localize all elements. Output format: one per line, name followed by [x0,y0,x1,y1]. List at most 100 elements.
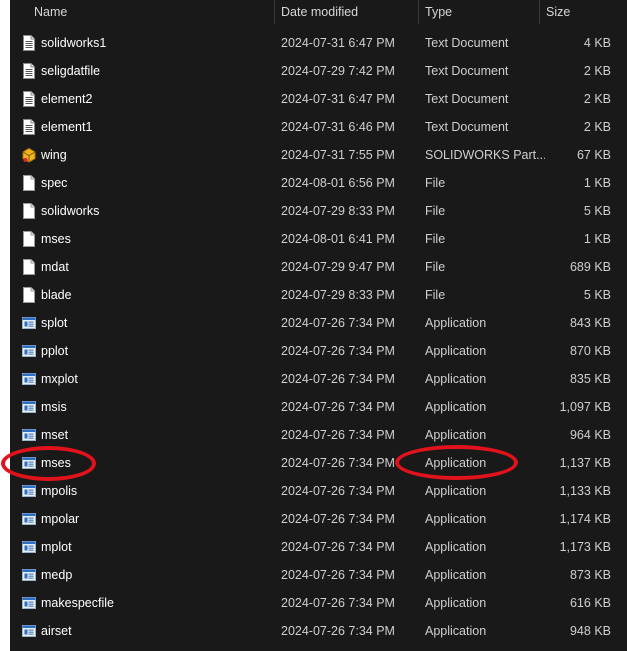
file-name: mdat [41,260,69,274]
file-date-modified: 2024-07-26 7:34 PM [281,568,395,582]
column-header-size[interactable]: Size [539,0,616,24]
file-row-blade-9[interactable]: blade 2024-07-29 8:33 PM File 5 KB [10,281,627,309]
column-header-bar: Name Date modified Type ⌃ Size [10,0,627,24]
text-document-icon [22,91,36,107]
file-name: element2 [41,92,93,106]
file-row-element1-3[interactable]: element1 2024-07-31 6:46 PM Text Document 2… [10,113,627,141]
file-row-msis-13[interactable]: msis 2024-07-26 7:34 PM Application 1,097 K… [10,393,627,421]
column-header-name[interactable]: Name [28,0,274,24]
file-size: 1,174 KB [559,512,611,526]
file-name: mset [41,428,69,442]
file-row-mpolar-17[interactable]: mpolar 2024-07-26 7:34 PM Application 1,174… [10,505,627,533]
text-document-icon [22,35,36,51]
file-type: Application [425,512,487,526]
file-name: wing [41,148,67,162]
file-row-pplot-11[interactable]: pplot 2024-07-26 7:34 PM Application 870 KB [10,337,627,365]
column-header-type-label: Type [425,5,453,19]
file-type: Text Document [425,120,509,134]
application-icon [22,539,36,555]
file-date-modified: 2024-07-31 6:47 PM [281,92,395,106]
file-date-modified: 2024-07-26 7:34 PM [281,624,395,638]
file-size: 2 KB [583,92,611,106]
file-row-splot-10[interactable]: splot 2024-07-26 7:34 PM Application 843 KB [10,309,627,337]
file-type: File [425,204,446,218]
file-row-seligdatfile-1[interactable]: seligdatfile 2024-07-29 7:42 PM Text Docum… [10,57,627,85]
file-size: 1 KB [583,232,611,246]
file-size: 873 KB [569,568,611,582]
file-size: 835 KB [569,372,611,386]
file-size: 1 KB [583,176,611,190]
file-row-mplot-18[interactable]: mplot 2024-07-26 7:34 PM Application 1,173 … [10,533,627,561]
file-row-airset-21[interactable]: airset 2024-07-26 7:34 PM Application 948 K… [10,617,627,645]
column-header-size-label: Size [546,5,571,19]
file-row-solidworks1-0[interactable]: solidworks1 2024-07-31 6:47 PM Text Docume… [10,29,627,57]
file-date-modified: 2024-07-29 7:42 PM [281,64,395,78]
application-icon [22,371,36,387]
file-name: mpolis [41,484,78,498]
file-type: File [425,176,446,190]
file-date-modified: 2024-07-26 7:34 PM [281,344,395,358]
column-header-date[interactable]: Date modified [274,0,418,24]
file-row-mses-7[interactable]: mses 2024-08-01 6:41 PM File 1 KB [10,225,627,253]
file-type: Application [425,624,487,638]
file-type: SOLIDWORKS Part... [425,148,545,162]
file-rows: solidworks1 2024-07-31 6:47 PM Text Docume… [10,29,627,645]
file-name: medp [41,568,73,582]
file-date-modified: 2024-07-26 7:34 PM [281,512,395,526]
blank-file-icon [22,231,36,247]
file-date-modified: 2024-07-26 7:34 PM [281,316,395,330]
file-size: 5 KB [583,204,611,218]
file-row-makespecfile-20[interactable]: makespecfile 2024-07-26 7:34 PM Applicatio… [10,589,627,617]
file-name: splot [41,316,68,330]
file-name: mses [41,456,71,470]
file-row-solidworks-6[interactable]: solidworks 2024-07-29 8:33 PM File 5 KB [10,197,627,225]
file-size: 843 KB [569,316,611,330]
blank-file-icon [22,175,36,191]
blank-file-icon [22,203,36,219]
file-date-modified: 2024-07-26 7:34 PM [281,428,395,442]
file-name: seligdatfile [41,64,101,78]
file-row-mses-15[interactable]: mses 2024-07-26 7:34 PM Application 1,137 K… [10,449,627,477]
file-size: 2 KB [583,64,611,78]
file-row-spec-5[interactable]: spec 2024-08-01 6:56 PM File 1 KB [10,169,627,197]
file-explorer-list: Name Date modified Type ⌃ Size solidwork… [10,0,627,651]
file-date-modified: 2024-07-31 6:47 PM [281,36,395,50]
file-row-medp-19[interactable]: medp 2024-07-26 7:34 PM Application 873 KB [10,561,627,589]
text-document-icon [22,63,36,79]
file-type: Text Document [425,92,509,106]
application-icon [22,455,36,471]
file-date-modified: 2024-07-26 7:34 PM [281,484,395,498]
file-type: Text Document [425,36,509,50]
file-type: Application [425,596,487,610]
file-type: Application [425,568,487,582]
file-date-modified: 2024-07-31 6:46 PM [281,120,395,134]
file-size: 1,173 KB [559,540,611,554]
file-size: 616 KB [569,596,611,610]
file-row-mdat-8[interactable]: mdat 2024-07-29 9:47 PM File 689 KB [10,253,627,281]
file-date-modified: 2024-07-26 7:34 PM [281,400,395,414]
file-name: msis [41,400,67,414]
file-size: 689 KB [569,260,611,274]
file-date-modified: 2024-08-01 6:41 PM [281,232,395,246]
file-row-mset-14[interactable]: mset 2024-07-26 7:34 PM Application 964 KB [10,421,627,449]
file-size: 4 KB [583,36,611,50]
application-icon [22,511,36,527]
blank-file-icon [22,287,36,303]
blank-file-icon [22,259,36,275]
file-row-wing-4[interactable]: wing 2024-07-31 7:55 PM SOLIDWORKS Part...… [10,141,627,169]
application-icon [22,399,36,415]
file-type: Application [425,456,487,470]
file-date-modified: 2024-07-26 7:34 PM [281,540,395,554]
file-date-modified: 2024-08-01 6:56 PM [281,176,395,190]
file-date-modified: 2024-07-29 9:47 PM [281,260,395,274]
file-name: solidworks1 [41,36,107,50]
file-row-mpolis-16[interactable]: mpolis 2024-07-26 7:34 PM Application 1,133… [10,477,627,505]
file-name: makespecfile [41,596,114,610]
file-row-element2-2[interactable]: element2 2024-07-31 6:47 PM Text Document 2… [10,85,627,113]
file-row-mxplot-12[interactable]: mxplot 2024-07-26 7:34 PM Application 835 K… [10,365,627,393]
file-name: spec [41,176,68,190]
file-type: File [425,260,446,274]
sort-caret-icon: ⌃ [476,0,486,4]
file-size: 964 KB [569,428,611,442]
application-icon [22,315,36,331]
